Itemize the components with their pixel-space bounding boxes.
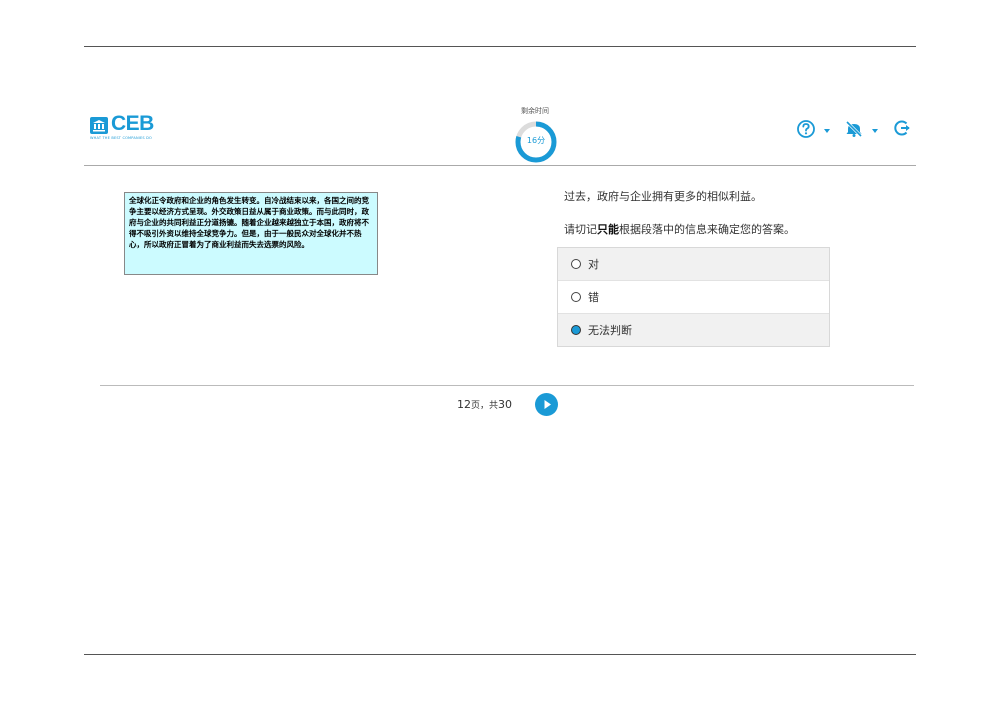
- option-label: 错: [588, 291, 599, 304]
- sound-off-icon: [845, 120, 863, 138]
- instruction-emphasis: 只能: [597, 223, 619, 236]
- option-false[interactable]: 错: [558, 280, 829, 313]
- header-divider: [84, 165, 916, 166]
- radio-cannot-say[interactable]: [571, 325, 581, 335]
- radio-true[interactable]: [571, 259, 581, 269]
- answer-options: 对 错 无法判断: [557, 247, 830, 347]
- timer-label: 剩余时间: [521, 107, 549, 115]
- top-border-line: [84, 46, 916, 47]
- question-statement: 过去，政府与企业拥有更多的相似利益。: [564, 190, 762, 203]
- countdown-timer: 16分: [514, 120, 558, 164]
- instruction-suffix: 根据段落中的信息来确定您的答案。: [619, 223, 795, 236]
- footer-divider: [100, 385, 914, 386]
- option-label: 对: [588, 258, 599, 271]
- exit-button[interactable]: [893, 119, 911, 141]
- next-page-button[interactable]: [535, 393, 558, 416]
- page-word: 页，共: [471, 401, 499, 411]
- option-true[interactable]: 对: [558, 248, 829, 280]
- instruction-prefix: 请切记: [564, 223, 597, 236]
- logo-tagline: WHAT THE BEST COMPANIES DO: [90, 136, 152, 140]
- page-indicator: 12页，共30: [457, 398, 512, 411]
- question-instruction: 请切记只能根据段落中的信息来确定您的答案。: [564, 221, 795, 237]
- option-cannot-say[interactable]: 无法判断: [558, 313, 829, 346]
- current-page: 12: [457, 398, 471, 411]
- bank-icon: [90, 117, 108, 134]
- option-label: 无法判断: [588, 324, 632, 337]
- help-button[interactable]: [796, 119, 816, 143]
- ceb-logo: CEB WHAT THE BEST COMPANIES DO: [90, 112, 170, 145]
- logo-text: CEB: [111, 112, 154, 135]
- help-dropdown-caret-icon[interactable]: [824, 129, 830, 133]
- toolbar: [796, 119, 916, 143]
- help-circle-icon: [797, 120, 815, 138]
- bottom-border-line: [84, 654, 916, 655]
- play-arrow-icon: [544, 400, 551, 409]
- total-pages: 30: [498, 398, 513, 411]
- sound-button[interactable]: [844, 119, 864, 143]
- timer-value: 16分: [526, 136, 546, 145]
- reading-passage: 全球化正令政府和企业的角色发生转变。自冷战结束以来，各国之间的竞争主要以经济方式…: [124, 192, 378, 275]
- exit-icon: [894, 120, 910, 136]
- sound-dropdown-caret-icon[interactable]: [872, 129, 878, 133]
- radio-false[interactable]: [571, 292, 581, 302]
